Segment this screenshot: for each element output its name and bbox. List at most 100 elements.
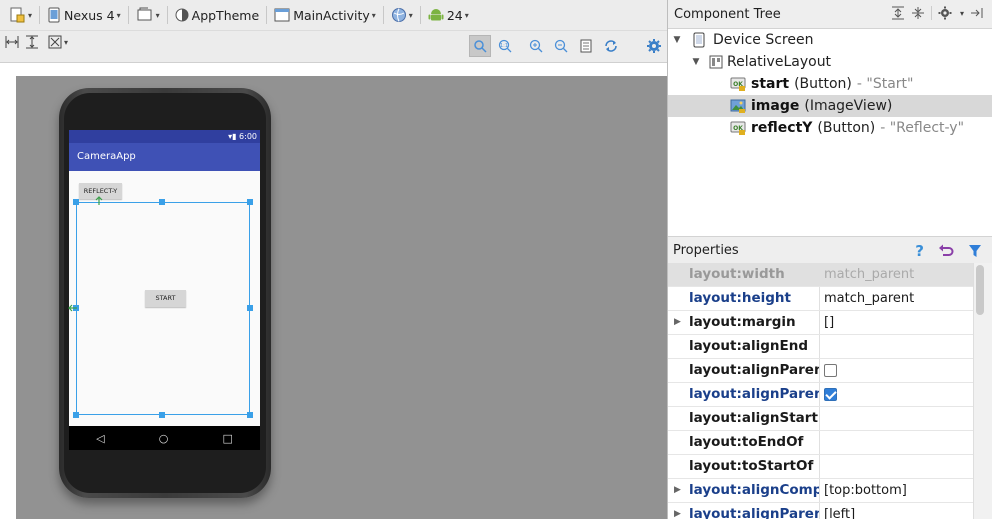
chevron-down-icon: ▾ <box>155 10 160 20</box>
app-bar: CameraApp <box>69 143 260 171</box>
property-value[interactable]: [left] <box>820 503 973 519</box>
property-value[interactable]: [top:bottom] <box>820 479 973 502</box>
property-name-cell: ▶ layout:alignParent <box>668 503 820 519</box>
status-time: 6:00 <box>239 132 257 141</box>
tree-toggle-icon[interactable]: ▼ <box>690 57 702 67</box>
resize-icon <box>48 35 62 49</box>
orientation-selector[interactable]: ▾ <box>132 3 164 27</box>
property-name: layout:margin <box>689 314 796 330</box>
property-row[interactable]: layout:toStartOf <box>668 455 973 479</box>
filter-icon[interactable] <box>968 244 982 258</box>
toolbar-divider <box>930 6 932 20</box>
refresh-button[interactable] <box>602 38 620 54</box>
undo-icon[interactable] <box>938 244 954 258</box>
property-value[interactable] <box>820 431 973 454</box>
resize-handle-bottom-left[interactable] <box>73 412 79 418</box>
property-row[interactable]: layout:toEndOf <box>668 431 973 455</box>
help-icon[interactable]: ? <box>915 242 924 260</box>
zoom-out-button[interactable] <box>552 38 570 54</box>
property-value[interactable] <box>820 407 973 430</box>
expand-arrow-icon[interactable]: ▶ <box>674 503 681 519</box>
zoom-to-fit-button[interactable] <box>469 35 491 57</box>
nav-recent-icon[interactable]: □ <box>223 432 233 445</box>
gear-icon[interactable] <box>938 6 952 20</box>
properties-header: Properties ? <box>668 236 992 263</box>
expand-all-icon[interactable] <box>891 6 905 20</box>
property-row[interactable]: ▶ layout:margin [] <box>668 311 973 335</box>
resize-handle-top-right[interactable] <box>247 199 253 205</box>
property-row[interactable]: layout:alignEnd <box>668 335 973 359</box>
api-level-label: 24 <box>446 7 463 23</box>
expand-arrow-icon[interactable]: ▶ <box>674 311 681 334</box>
expand-vertical-button[interactable] <box>24 34 40 50</box>
property-row[interactable]: layout:width match_parent <box>668 263 973 287</box>
align-parent-bottom-checkbox[interactable] <box>824 388 837 401</box>
image-view-icon <box>730 99 746 113</box>
property-value[interactable] <box>820 335 973 358</box>
zoom-actual-icon: 1:1 <box>498 39 512 53</box>
resize-handle-top-left[interactable] <box>73 199 79 205</box>
resize-handle-right[interactable] <box>247 305 253 311</box>
property-row[interactable]: ▶ layout:alignComponent [top:bottom] <box>668 479 973 503</box>
settings-button[interactable] <box>645 37 663 55</box>
image-view-selection[interactable] <box>76 202 250 415</box>
screenshot-button[interactable] <box>578 38 594 54</box>
properties-scrollbar-thumb[interactable] <box>976 265 984 315</box>
locale-selector[interactable]: ▾ <box>387 3 417 27</box>
resize-handle-top[interactable] <box>159 199 165 205</box>
refresh-icon <box>605 40 617 52</box>
resize-handle-bottom[interactable] <box>159 412 165 418</box>
tree-item-reflect-y[interactable]: OK reflectY (Button) - "Reflect-y" <box>668 117 992 139</box>
property-row[interactable]: layout:alignParentBottom <box>668 383 973 407</box>
theme-selector[interactable]: AppTheme <box>171 3 264 27</box>
resize-handle-bottom-right[interactable] <box>247 412 253 418</box>
tree-item-start[interactable]: OK start (Button) - "Start" <box>668 73 992 95</box>
tree-item-device-screen[interactable]: ▼ Device Screen <box>668 29 992 51</box>
device-selector[interactable]: Nexus 4 ▾ <box>43 3 125 27</box>
zoom-out-icon <box>554 39 568 53</box>
device-screen-icon <box>693 32 705 48</box>
expand-arrow-icon[interactable]: ▶ <box>674 479 681 502</box>
property-name-cell: ▶ layout:margin <box>668 311 820 334</box>
tree-item-image[interactable]: image (ImageView) <box>668 95 992 117</box>
property-row[interactable]: layout:alignStart <box>668 407 973 431</box>
navigation-bar: ◁ ○ □ <box>69 426 260 450</box>
tree-item-relative-layout[interactable]: ▼ RelativeLayout <box>668 51 992 73</box>
collapse-all-icon[interactable] <box>911 6 925 20</box>
property-name: layout:alignParentEnd <box>668 359 820 382</box>
chevron-down-icon[interactable]: ▾ <box>960 9 964 18</box>
property-value[interactable]: [] <box>820 311 973 334</box>
chevron-down-icon: ▾ <box>408 10 413 20</box>
chevron-down-icon: ▾ <box>464 10 469 20</box>
zoom-in-button[interactable] <box>527 38 545 54</box>
align-parent-end-checkbox[interactable] <box>824 364 837 377</box>
rotate-screen-icon <box>137 7 152 21</box>
property-value[interactable] <box>820 455 973 478</box>
signal-icon: ▾▮ <box>228 132 237 141</box>
tree-item-label: Device Screen <box>713 32 814 48</box>
document-layers-icon <box>10 7 25 23</box>
tree-toggle-icon[interactable]: ▼ <box>671 35 683 45</box>
property-row[interactable]: ▶ layout:alignParent [left] <box>668 503 973 519</box>
property-row[interactable]: layout:alignParentEnd <box>668 359 973 383</box>
expand-horizontal-button[interactable] <box>4 34 20 50</box>
android-studio-layout-editor: ▾ Nexus 4 ▾ ▾ AppTheme MainActivity ▾ ▾ <box>0 0 992 519</box>
button-widget-icon: OK <box>730 121 746 135</box>
nav-home-icon[interactable]: ○ <box>159 432 169 445</box>
property-value[interactable]: match_parent <box>820 287 973 310</box>
nav-back-icon[interactable]: ◁ <box>96 432 104 445</box>
zoom-actual-button[interactable]: 1:1 <box>496 38 514 54</box>
theme-label: AppTheme <box>191 7 260 23</box>
toolbar-divider <box>419 6 421 24</box>
design-surface-button[interactable]: ▾ <box>4 3 36 27</box>
component-tree-header: Component Tree ▾ <box>668 0 992 29</box>
property-value[interactable]: match_parent <box>820 263 973 286</box>
property-row[interactable]: layout:height match_parent <box>668 287 973 311</box>
tree-item-name: image <box>751 98 800 114</box>
resize-button[interactable]: ▾ <box>45 34 71 50</box>
api-level-selector[interactable]: 24 ▾ <box>424 3 473 27</box>
hide-panel-icon[interactable] <box>970 6 984 20</box>
activity-icon <box>274 8 290 22</box>
device-label: Nexus 4 <box>64 7 115 23</box>
activity-selector[interactable]: MainActivity ▾ <box>270 3 380 27</box>
